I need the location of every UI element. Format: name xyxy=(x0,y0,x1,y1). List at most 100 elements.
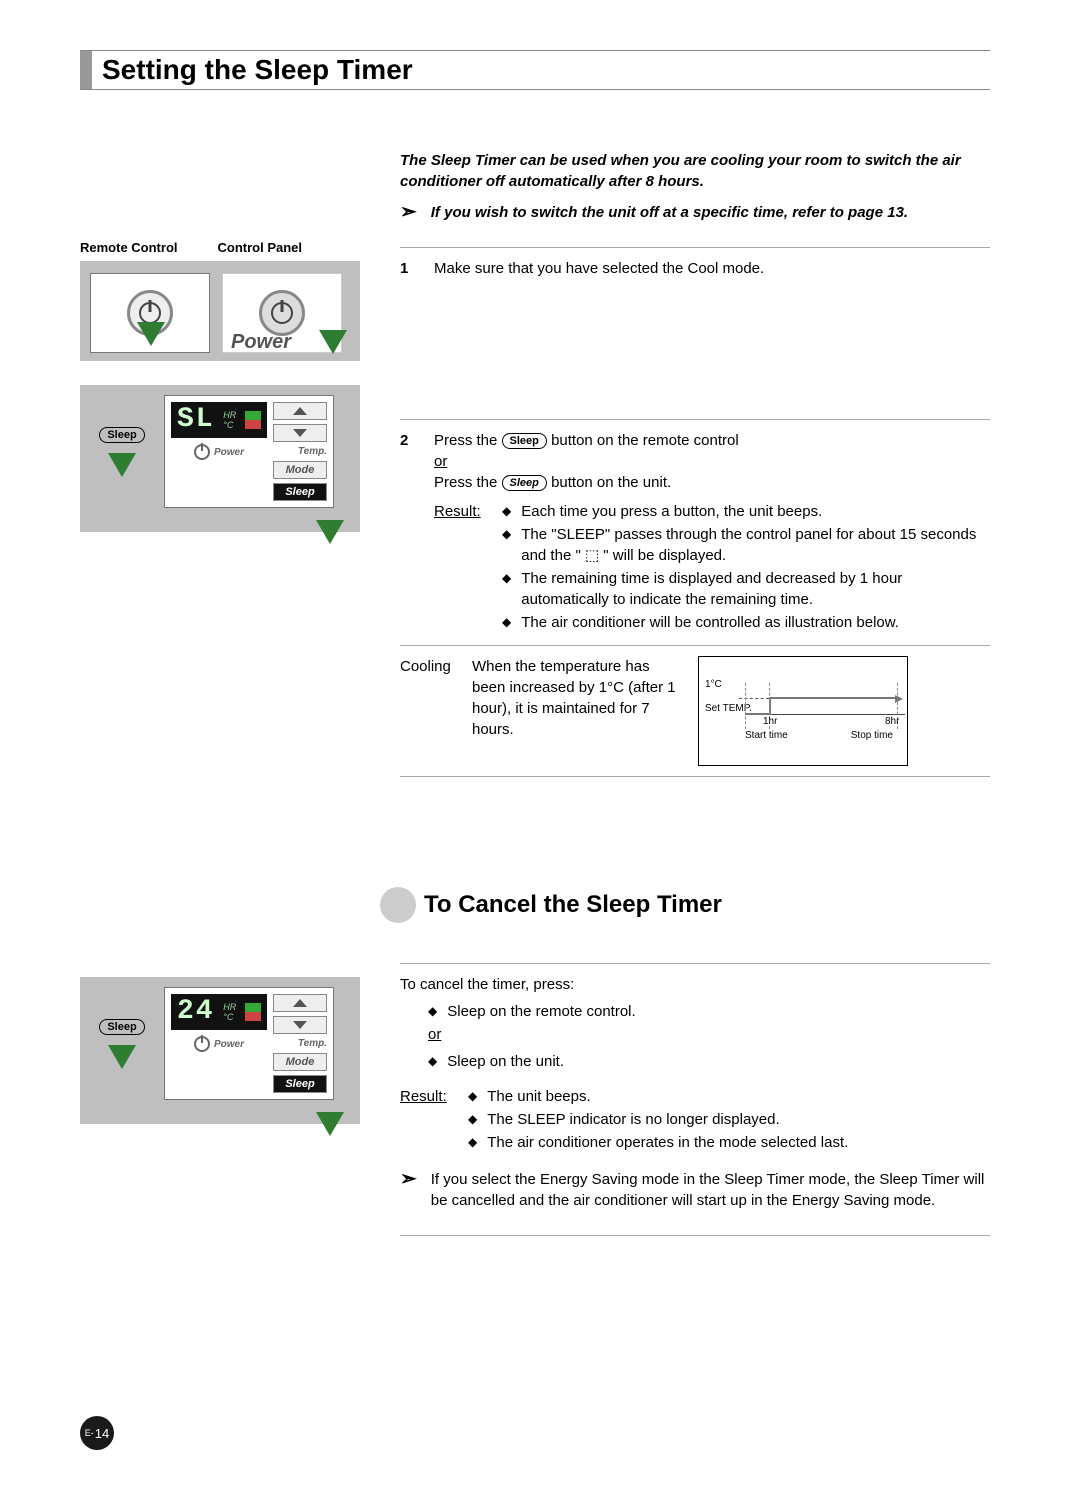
result-bullets: ◆Each time you press a button, the unit … xyxy=(502,501,990,635)
cancel-result-bullets: ◆The unit beeps. ◆The SLEEP indicator is… xyxy=(468,1086,990,1155)
lcd-units: HR°C xyxy=(223,1002,236,1022)
content-area-2: Sleep 24 HR°C Power xyxy=(80,953,990,1246)
temp-up-button xyxy=(273,402,327,420)
text: button on the unit. xyxy=(551,474,671,491)
or-text: or xyxy=(428,1024,990,1045)
illustration-labels: Remote Control Control Panel xyxy=(80,240,360,255)
chart-guide xyxy=(739,698,769,699)
diamond-icon: ◆ xyxy=(468,1086,477,1107)
cooling-text: When the temperature has been increased … xyxy=(472,656,682,740)
sleep-timer-chart: 1°C Set TEMP. xyxy=(698,656,908,766)
manual-page: Setting the Sleep Timer Remote Control C… xyxy=(0,0,1080,1510)
remote-control-label: Remote Control xyxy=(80,240,178,255)
result-label: Result: xyxy=(400,1086,456,1155)
result-block: Result: ◆Each time you press a button, t… xyxy=(434,501,990,635)
diamond-icon: ◆ xyxy=(468,1132,477,1153)
left-column: Remote Control Control Panel Power Slee xyxy=(80,150,360,787)
remote-side: Sleep xyxy=(90,987,154,1100)
arrow-down-icon xyxy=(316,520,344,544)
mode-indicator-icon xyxy=(245,1003,261,1021)
control-panel-label: Control Panel xyxy=(218,240,303,255)
chart-xlabel: 8hr xyxy=(885,715,899,729)
power-small-label: Power xyxy=(214,447,244,458)
sleep-pill: Sleep xyxy=(502,433,547,449)
subsection-circle-icon xyxy=(380,887,416,923)
pointer-icon: ➣ xyxy=(400,1169,417,1211)
step-number: 1 xyxy=(400,258,412,279)
remote-side: Sleep xyxy=(90,395,154,508)
page-prefix: E- xyxy=(85,1428,94,1438)
chart-stop-label: Stop time xyxy=(851,729,893,743)
sleep-button: Sleep xyxy=(273,483,327,501)
sleep-pill: Sleep xyxy=(99,1019,144,1035)
diamond-icon: ◆ xyxy=(502,612,511,633)
cancel-note-text: If you select the Energy Saving mode in … xyxy=(431,1169,990,1211)
sleep-button: Sleep xyxy=(273,1075,327,1093)
power-label: Power xyxy=(231,331,291,354)
list-item: ◆The unit beeps. xyxy=(468,1086,990,1107)
step-1: 1 Make sure that you have selected the C… xyxy=(400,258,990,279)
lcd-value: SL xyxy=(177,406,215,434)
subsection-header: To Cancel the Sleep Timer xyxy=(380,887,990,923)
right-column: The Sleep Timer can be used when you are… xyxy=(400,150,990,787)
cooling-label: Cooling xyxy=(400,656,456,677)
chart-start-label: Start time xyxy=(745,729,788,743)
power-icon xyxy=(194,1036,210,1052)
cooling-row: Cooling When the temperature has been in… xyxy=(400,656,990,766)
step-body: Make sure that you have selected the Coo… xyxy=(434,258,990,279)
arrow-down-icon xyxy=(137,322,165,346)
temp-up-button xyxy=(273,994,327,1012)
arrow-down-icon xyxy=(319,330,347,354)
temp-label: Temp. xyxy=(273,446,327,457)
temp-down-button xyxy=(273,1016,327,1034)
step-2: 2 Press the Sleep button on the remote c… xyxy=(400,430,990,635)
power-small-label: Power xyxy=(214,1039,244,1050)
note-text: If you wish to switch the unit off at a … xyxy=(431,202,908,223)
section-header: Setting the Sleep Timer xyxy=(80,50,990,90)
arrow-right-icon xyxy=(895,695,903,703)
list-item: ◆Sleep on the remote control. xyxy=(428,1001,990,1022)
diamond-icon: ◆ xyxy=(428,1051,437,1072)
separator xyxy=(400,963,990,964)
power-illustration: Power xyxy=(80,261,360,361)
power-icon xyxy=(271,302,293,324)
chart-tick xyxy=(745,683,746,729)
list-item: ◆The remaining time is displayed and dec… xyxy=(502,568,990,610)
chart-xlabel: 1hr xyxy=(763,715,777,729)
list-item: ◆Each time you press a button, the unit … xyxy=(502,501,990,522)
sleep-pill: Sleep xyxy=(99,427,144,443)
temp-label: Temp. xyxy=(273,1038,327,1049)
power-button-circle xyxy=(259,290,305,336)
separator xyxy=(400,645,990,646)
remote-power-box xyxy=(90,273,210,353)
sleep-pill: Sleep xyxy=(502,475,547,491)
chart-series-seg xyxy=(769,697,897,699)
list-item: ◆The SLEEP indicator is no longer displa… xyxy=(468,1109,990,1130)
sleep-illustration: Sleep SL HR°C Power xyxy=(80,385,360,532)
control-panel-box: 24 HR°C Power Temp. xyxy=(164,987,334,1100)
diamond-icon: ◆ xyxy=(468,1109,477,1130)
diamond-icon: ◆ xyxy=(502,524,511,566)
arrow-down-icon xyxy=(316,1112,344,1136)
lcd-units: HR°C xyxy=(223,410,236,430)
list-item: ◆The air conditioner will be controlled … xyxy=(502,612,990,633)
text: Press the xyxy=(434,474,502,491)
left-column-2: Sleep 24 HR°C Power xyxy=(80,953,360,1246)
note-row: ➣ If you wish to switch the unit off at … xyxy=(400,202,990,223)
triangle-up-icon xyxy=(293,999,307,1007)
subsection-title: To Cancel the Sleep Timer xyxy=(424,891,722,919)
temp-down-button xyxy=(273,424,327,442)
text: Press the xyxy=(434,432,502,449)
power-icon xyxy=(139,302,161,324)
cancel-result-block: Result: ◆The unit beeps. ◆The SLEEP indi… xyxy=(400,1086,990,1155)
separator xyxy=(400,776,990,777)
lcd-value: 24 xyxy=(177,998,215,1026)
diamond-icon: ◆ xyxy=(502,568,511,610)
or-text: or xyxy=(434,451,990,472)
separator xyxy=(400,247,990,248)
pointer-icon: ➣ xyxy=(400,202,417,223)
cancel-options-2: ◆Sleep on the unit. xyxy=(428,1051,990,1072)
cancel-illustration: Sleep 24 HR°C Power xyxy=(80,977,360,1124)
panel-power-box: Power xyxy=(222,273,342,353)
triangle-up-icon xyxy=(293,407,307,415)
